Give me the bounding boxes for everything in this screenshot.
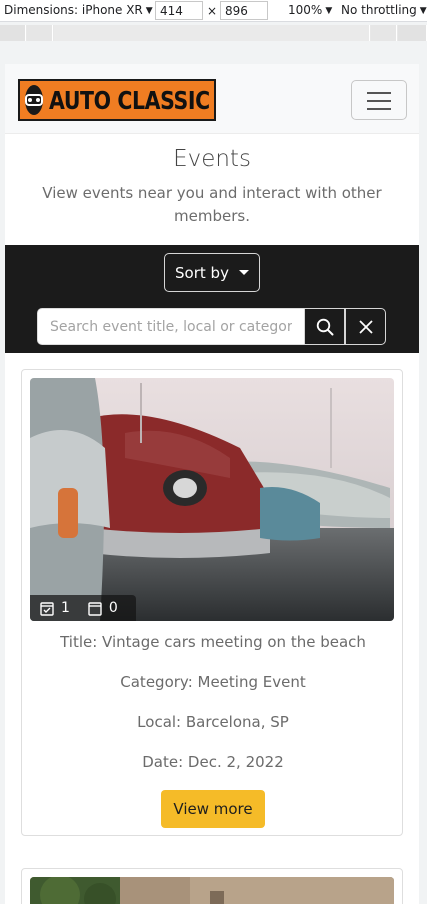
- chevron-down-icon: ▼: [145, 6, 153, 16]
- zoom-select[interactable]: 100% ▼: [288, 3, 332, 17]
- event-card: [21, 868, 403, 904]
- sort-by-button[interactable]: Sort by: [164, 253, 260, 292]
- device-label: Dimensions: iPhone XR: [4, 3, 143, 17]
- page-subtitle: View events near you and interact with o…: [42, 184, 382, 225]
- interested-count: 0: [108, 600, 118, 616]
- media-query-ruler[interactable]: [0, 25, 427, 41]
- search-button[interactable]: [304, 308, 345, 345]
- calendar-icon: [88, 601, 102, 616]
- throttling-label: No throttling: [341, 3, 417, 17]
- event-date: Date: Dec. 2, 2022: [142, 753, 284, 771]
- event-title: Title: Vintage cars meeting on the beach: [60, 633, 366, 651]
- caret-down-icon: [238, 270, 249, 275]
- car-grille-icon: [25, 85, 43, 115]
- width-input[interactable]: 414: [155, 1, 203, 20]
- chevron-down-icon: ▼: [325, 6, 333, 16]
- hamburger-icon: [367, 92, 391, 94]
- devtools-device-toolbar: Dimensions: iPhone XR ▼ 414 × 896 100% ▼ N…: [0, 0, 427, 22]
- ruler-segment[interactable]: [54, 25, 370, 41]
- clear-search-button[interactable]: [345, 308, 386, 345]
- brand-logo[interactable]: AUTO CLASSIC: [18, 79, 216, 121]
- ruler-segment[interactable]: [371, 25, 397, 41]
- event-image: [30, 877, 394, 904]
- page-title: Events: [173, 146, 251, 172]
- hamburger-icon: [367, 100, 391, 102]
- page-viewport: AUTO CLASSIC Events View events near you…: [5, 64, 419, 904]
- sort-by-label: Sort by: [175, 263, 229, 282]
- search-icon: [316, 318, 333, 335]
- filter-bar: Sort by: [5, 245, 419, 353]
- ruler-segment[interactable]: [398, 25, 427, 41]
- event-category: Category: Meeting Event: [120, 673, 306, 691]
- close-icon: [358, 319, 373, 334]
- throttling-select[interactable]: No throttling ▼: [341, 3, 427, 17]
- ruler-segment[interactable]: [27, 25, 53, 41]
- menu-toggle-button[interactable]: [351, 80, 407, 120]
- zoom-label: 100%: [288, 3, 323, 17]
- event-card: 1 0 Title: Vintage cars meeting on the b…: [21, 369, 403, 836]
- navbar: AUTO CLASSIC: [5, 64, 419, 134]
- calendar-check-icon: [40, 601, 54, 616]
- attending-stat: 1: [40, 600, 70, 616]
- brand-name: AUTO CLASSIC: [49, 85, 210, 115]
- interested-stat: 0: [88, 600, 118, 616]
- event-image: [30, 378, 394, 621]
- times-separator: ×: [207, 4, 218, 18]
- event-local: Local: Barcelona, SP: [137, 713, 289, 731]
- chevron-down-icon: ▼: [419, 6, 427, 16]
- device-select[interactable]: Dimensions: iPhone XR ▼: [4, 3, 153, 17]
- search-input[interactable]: [37, 308, 305, 345]
- height-input[interactable]: 896: [220, 1, 268, 20]
- ruler-segment[interactable]: [0, 25, 26, 41]
- event-stats: 1 0: [30, 595, 136, 621]
- hamburger-icon: [367, 108, 391, 110]
- attending-count: 1: [61, 600, 70, 616]
- view-more-button[interactable]: View more: [161, 790, 265, 828]
